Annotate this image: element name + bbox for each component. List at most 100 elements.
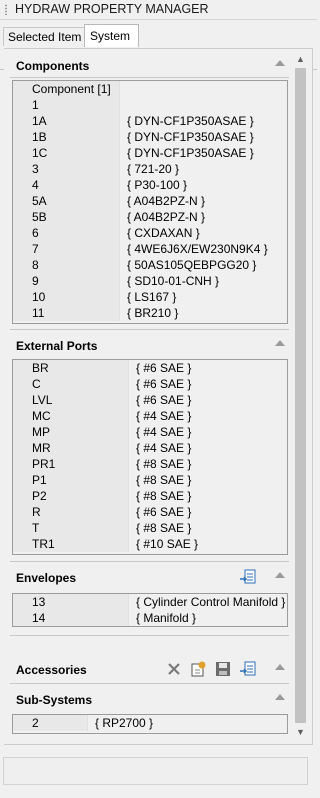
new-item-icon[interactable] xyxy=(189,660,207,678)
vertical-scrollbar[interactable]: ▲ ▼ xyxy=(292,51,309,741)
item-value: { BR210 } xyxy=(127,306,179,320)
section-divider xyxy=(10,329,289,330)
item-value: { #8 SAE } xyxy=(136,457,192,471)
item-id: MR xyxy=(13,440,129,456)
item-id: C xyxy=(13,376,129,392)
item-id: BR xyxy=(13,360,129,376)
tab-system[interactable]: System xyxy=(84,24,140,47)
list-item[interactable]: 1C { DYN-CF1P350ASAE } xyxy=(13,145,287,161)
item-id: 1C xyxy=(13,145,120,161)
list-item[interactable]: 7 { 4WE6J6X/EW230N9K4 } xyxy=(13,241,287,257)
item-id: MC xyxy=(13,408,129,424)
collapse-up-icon[interactable] xyxy=(275,60,285,66)
accessories-section-header[interactable]: Accessories xyxy=(7,657,289,681)
item-value: { Manifold } xyxy=(136,611,197,625)
sub-systems-section-header[interactable]: Sub-Systems xyxy=(7,687,289,711)
item-id: R xyxy=(13,504,129,520)
list-item[interactable]: 1B { DYN-CF1P350ASAE } xyxy=(13,129,287,145)
item-value: { A04B2PZ-N } xyxy=(127,194,206,208)
export-list-icon[interactable] xyxy=(239,568,257,586)
item-value: { DYN-CF1P350ASAE } xyxy=(127,114,254,128)
section-divider xyxy=(10,635,289,636)
item-id: 3 xyxy=(13,161,120,177)
list-item[interactable]: 9 { SD10-01-CNH } xyxy=(13,273,287,289)
item-value: { DYN-CF1P350ASAE } xyxy=(127,130,254,144)
scrollbar-thumb[interactable] xyxy=(295,68,306,723)
item-id: 1B xyxy=(13,129,120,145)
item-id: 4 xyxy=(13,177,120,193)
list-item[interactable]: TR1 { #10 SAE } xyxy=(13,536,287,552)
title-bar: HYDRAW PROPERTY MANAGER xyxy=(0,0,317,20)
collapse-up-icon[interactable] xyxy=(275,664,285,670)
item-value: { #8 SAE } xyxy=(136,473,192,487)
item-value: { #6 SAE } xyxy=(136,377,192,391)
section-divider xyxy=(10,561,289,562)
list-item[interactable]: 4 { P30-100 } xyxy=(13,177,287,193)
list-item[interactable]: MP { #4 SAE } xyxy=(13,424,287,440)
item-value: { #4 SAE } xyxy=(136,425,192,439)
item-id: TR1 xyxy=(13,536,129,552)
scroll-up-icon[interactable]: ▲ xyxy=(292,51,309,68)
collapse-up-icon[interactable] xyxy=(275,340,285,346)
tab-strip: Selected Item System xyxy=(0,24,317,70)
item-id: 2 xyxy=(13,715,88,731)
envelopes-list[interactable]: 13 { Cylinder Control Manifold } 14 { Manif… xyxy=(12,593,288,627)
section-title: Envelopes xyxy=(16,571,77,585)
components-section-header[interactable]: Components xyxy=(7,53,289,77)
item-id: 5B xyxy=(13,209,120,225)
list-item[interactable]: 8 { 50AS105QEBPGG20 } xyxy=(13,257,287,273)
item-value: { 50AS105QEBPGG20 } xyxy=(127,258,257,272)
item-id: 10 xyxy=(13,289,120,305)
list-item[interactable]: 14 { Manifold } xyxy=(13,610,287,626)
sub-systems-list[interactable]: 2 { RP2700 } xyxy=(12,714,288,734)
list-item[interactable]: 5B { A04B2PZ-N } xyxy=(13,209,287,225)
list-item[interactable]: T { #8 SAE } xyxy=(13,520,287,536)
item-value: { #8 SAE } xyxy=(136,489,192,503)
item-id: MP xyxy=(13,424,129,440)
list-item[interactable]: LVL { #6 SAE } xyxy=(13,392,287,408)
item-value: { P30-100 } xyxy=(127,178,188,192)
item-value: { CXDAXAN } xyxy=(127,226,200,240)
list-item[interactable]: P2 { #8 SAE } xyxy=(13,488,287,504)
list-item[interactable]: R { #6 SAE } xyxy=(13,504,287,520)
item-id: 11 xyxy=(13,305,120,321)
section-title: Sub-Systems xyxy=(16,693,93,707)
collapse-up-icon[interactable] xyxy=(275,694,285,700)
list-item[interactable]: 3 { 721-20 } xyxy=(13,161,287,177)
list-item[interactable]: 2 { RP2700 } xyxy=(13,715,287,731)
list-item[interactable]: 6 { CXDAXAN } xyxy=(13,225,287,241)
save-icon[interactable] xyxy=(214,660,232,678)
list-item[interactable]: 1A { DYN-CF1P350ASAE } xyxy=(13,113,287,129)
item-id: T xyxy=(13,520,129,536)
list-item[interactable]: 5A { A04B2PZ-N } xyxy=(13,193,287,209)
item-value: { DYN-CF1P350ASAE } xyxy=(127,146,254,160)
list-item[interactable]: 10 { LS167 } xyxy=(13,289,287,305)
components-list[interactable]: Component [1] 1 1A { DYN-CF1P350ASAE } 1B { … xyxy=(12,80,288,324)
tab-selected-item[interactable]: Selected Item xyxy=(3,27,87,46)
item-id: 14 xyxy=(13,610,129,626)
item-id: LVL xyxy=(13,392,129,408)
tab-label: Selected Item xyxy=(8,30,82,44)
list-header-row[interactable]: Component [1] xyxy=(13,81,287,97)
drag-grip-icon[interactable] xyxy=(4,4,8,15)
item-value: { #4 SAE } xyxy=(136,441,192,455)
list-item[interactable]: C { #6 SAE } xyxy=(13,376,287,392)
list-item[interactable]: 13 { Cylinder Control Manifold } xyxy=(13,594,287,610)
collapse-up-icon[interactable] xyxy=(275,572,285,578)
list-item[interactable]: BR { #6 SAE } xyxy=(13,360,287,376)
list-item[interactable]: MR { #4 SAE } xyxy=(13,440,287,456)
list-item[interactable]: MC { #4 SAE } xyxy=(13,408,287,424)
external-ports-section-header[interactable]: External Ports xyxy=(7,333,289,357)
list-item[interactable]: 1 xyxy=(13,97,287,113)
item-value: { #6 SAE } xyxy=(136,393,192,407)
export-list-icon[interactable] xyxy=(239,660,257,678)
envelopes-section-header[interactable]: Envelopes xyxy=(7,565,289,589)
list-item[interactable]: PR1 { #8 SAE } xyxy=(13,456,287,472)
scroll-down-icon[interactable]: ▼ xyxy=(292,724,309,741)
external-ports-list[interactable]: BR { #6 SAE } C { #6 SAE } LVL { #6 SAE } MC { … xyxy=(12,359,288,555)
list-item[interactable]: 11 { BR210 } xyxy=(13,305,287,321)
list-item[interactable]: P1 { #8 SAE } xyxy=(13,472,287,488)
item-id: 1 xyxy=(13,97,120,113)
item-value: { 4WE6J6X/EW230N9K4 } xyxy=(127,242,268,256)
delete-icon[interactable] xyxy=(165,660,183,678)
